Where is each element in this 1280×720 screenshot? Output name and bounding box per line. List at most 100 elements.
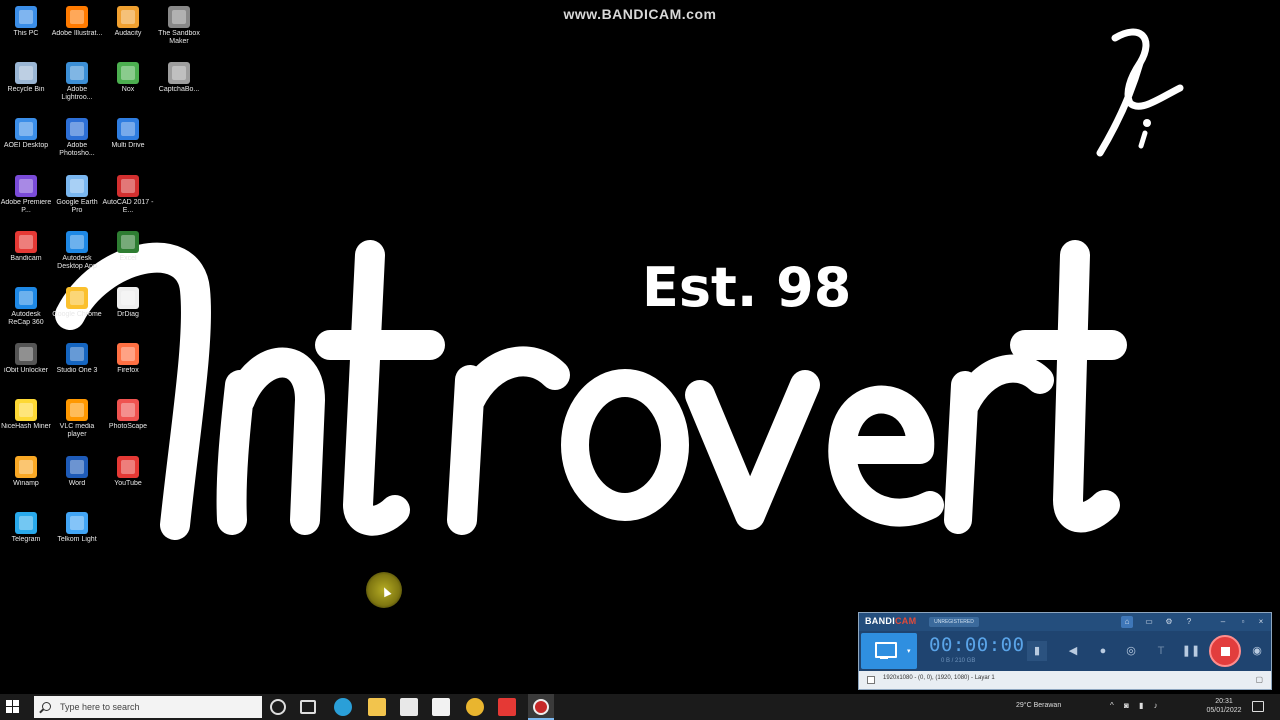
desktop-icon[interactable]: NiceHash Miner (0, 397, 52, 451)
desktop-icon-label: Google Chrome (52, 311, 102, 318)
desktop-icon[interactable]: VLC media player (51, 397, 103, 451)
app-icon (66, 6, 88, 28)
desktop-icon[interactable]: Adobe Lightroo... (51, 60, 103, 114)
desktop-icon[interactable]: Autodesk Desktop App (51, 229, 103, 283)
desktop-icon[interactable]: iObit Unlocker (0, 341, 52, 395)
desktop-icon[interactable]: DrDiag (102, 285, 154, 339)
app-icon (15, 455, 37, 478)
mouse-effect-icon[interactable]: ◎ (1121, 641, 1141, 661)
chrome-icon[interactable] (466, 698, 484, 716)
desktop-icon[interactable]: Telegram (0, 510, 52, 564)
chevron-down-icon[interactable]: ▾ (907, 647, 911, 655)
desktop-icon[interactable]: Winamp (0, 454, 52, 508)
desktop-icon[interactable]: Studio One 3 (51, 341, 103, 395)
bandicam-taskbar-button[interactable] (528, 694, 554, 720)
desktop-icon-label: iObit Unlocker (4, 367, 48, 375)
desktop-icon-label: This PC (13, 30, 39, 37)
desktop-icon-label: Recycle Bin (7, 86, 45, 94)
app-icon (15, 118, 37, 141)
taskbar-search-box[interactable]: Type here to search (34, 696, 262, 718)
desktop-icon-label: The Sandbox Maker (158, 30, 200, 45)
app-icon (168, 6, 190, 28)
app-icon (66, 399, 88, 422)
speaker-icon[interactable]: ◀ (1063, 641, 1083, 661)
desktop-icon-label: NiceHash Miner (1, 423, 51, 431)
webcam-icon[interactable]: ▮ (1027, 641, 1047, 661)
minimize-icon[interactable]: – (1217, 616, 1229, 628)
app-icon (66, 62, 88, 85)
desktop-icon[interactable]: Audacity (102, 4, 154, 58)
text-overlay-icon[interactable]: T (1151, 641, 1171, 661)
desktop-icon[interactable]: The Sandbox Maker (153, 4, 205, 58)
home-icon[interactable]: ⌂ (1121, 616, 1133, 628)
settings-icon[interactable]: ⚙ (1163, 616, 1175, 628)
desktop-icon-label: Adobe Photosho... (59, 142, 95, 158)
app-icon (117, 287, 139, 309)
bandicam-status-bar: 1920x1080 - (0, 0), (1920, 1080) - Layar… (859, 671, 1271, 689)
desktop-icon[interactable]: Excel (102, 229, 154, 283)
desktop-icon[interactable]: Autodesk ReCap 360 (0, 285, 52, 339)
clock[interactable]: 20:31 05/01/2022 (1206, 697, 1242, 715)
desktop-icon[interactable]: AutoCAD 2017 - E... (102, 173, 154, 227)
file-explorer-icon[interactable] (368, 698, 386, 716)
microphone-icon[interactable]: ● (1093, 641, 1113, 661)
lock-icon[interactable]: ▢ (1255, 675, 1263, 684)
desktop-icon-label: Adobe Illustrat... (51, 30, 103, 37)
close-icon[interactable]: × (1255, 616, 1267, 628)
desktop-icon[interactable]: Google Earth Pro (51, 173, 103, 227)
region-checkbox[interactable] (867, 676, 875, 684)
desktop-icon-label: AutoCAD 2017 - E... (102, 198, 154, 214)
desktop-icon[interactable]: Adobe Illustrat... (51, 4, 103, 58)
desktop-icon[interactable]: Word (51, 454, 103, 508)
desktop-icon[interactable]: Google Chrome (51, 285, 103, 339)
bandicam-titlebar[interactable]: BANDICAM UNREGISTERED ⌂ ▭ ⚙ ? – ▫ × (859, 613, 1271, 631)
record-timer: 00:00:00 (929, 634, 1025, 656)
pause-icon[interactable]: ❚❚ (1181, 641, 1201, 661)
desktop-icon[interactable]: YouTube (102, 454, 154, 508)
record-size: 0 B / 210 GB (941, 658, 976, 664)
desktop-icon-label: Winamp (13, 479, 39, 487)
record-icon (533, 699, 549, 715)
system-tray-icons[interactable]: ^ ◙ ▮ ♪ (1110, 701, 1162, 710)
camera-icon[interactable]: ◉ (1247, 641, 1267, 661)
help-icon[interactable]: ? (1183, 616, 1195, 628)
bandicam-window[interactable]: BANDICAM UNREGISTERED ⌂ ▭ ⚙ ? – ▫ × ▾ 00… (858, 612, 1272, 690)
edge-icon[interactable] (334, 698, 352, 716)
restore-icon[interactable]: ▫ (1237, 616, 1249, 628)
desktop-icon-label: Autodesk ReCap 360 (8, 311, 44, 326)
desktop-icon[interactable]: Nox (102, 60, 154, 114)
desktop-icon[interactable]: Bandicam (0, 229, 52, 283)
desktop-icon[interactable]: Telkom Light (51, 510, 103, 564)
bandicam-controls: ▾ 00:00:00 0 B / 210 GB ▮ ◀ ● ◎ T ❚❚ ◉ (859, 631, 1271, 671)
desktop-icon[interactable]: This PC (0, 4, 52, 58)
store-icon[interactable] (400, 698, 418, 716)
mail-icon[interactable] (432, 698, 450, 716)
desktop-icon-label: Telkom Light (57, 535, 97, 543)
clock-date: 05/01/2022 (1206, 707, 1242, 714)
cortana-icon[interactable] (270, 699, 286, 715)
desktop-icon-label: Adobe Lightroo... (61, 86, 93, 102)
desktop-icon-label: YouTube (114, 479, 142, 487)
desktop-icon[interactable]: AOEI Desktop (0, 116, 52, 170)
weather-widget[interactable]: 29°C Berawan (1016, 702, 1061, 709)
est-label: Est. 98 (642, 256, 852, 319)
task-view-icon[interactable] (300, 700, 316, 714)
desktop-icon[interactable]: PhotoScape (102, 397, 154, 451)
unregistered-badge: UNREGISTERED (929, 617, 979, 627)
desktop-icon[interactable]: Recycle Bin (0, 60, 52, 114)
folder-icon[interactable]: ▭ (1143, 616, 1155, 628)
desktop-icon[interactable]: CaptchaBo... (153, 60, 205, 114)
stop-record-button[interactable] (1209, 635, 1241, 667)
desktop-icon-label: Studio One 3 (56, 367, 98, 375)
desktop-icon[interactable]: Adobe Premiere P... (0, 173, 52, 227)
windows-start-icon[interactable] (6, 700, 20, 714)
signature-logo (1096, 28, 1184, 157)
desktop-icon[interactable]: Adobe Photosho... (51, 116, 103, 170)
notification-icon[interactable] (1252, 701, 1264, 712)
desktop-icon-label: Telegram (11, 535, 41, 543)
desktop-icon[interactable]: Multi Drive (102, 116, 154, 170)
youtube-icon[interactable] (498, 698, 516, 716)
desktop-icon-label: Nox (121, 86, 135, 94)
desktop-icon[interactable]: Firefox (102, 341, 154, 395)
search-icon (42, 702, 51, 711)
